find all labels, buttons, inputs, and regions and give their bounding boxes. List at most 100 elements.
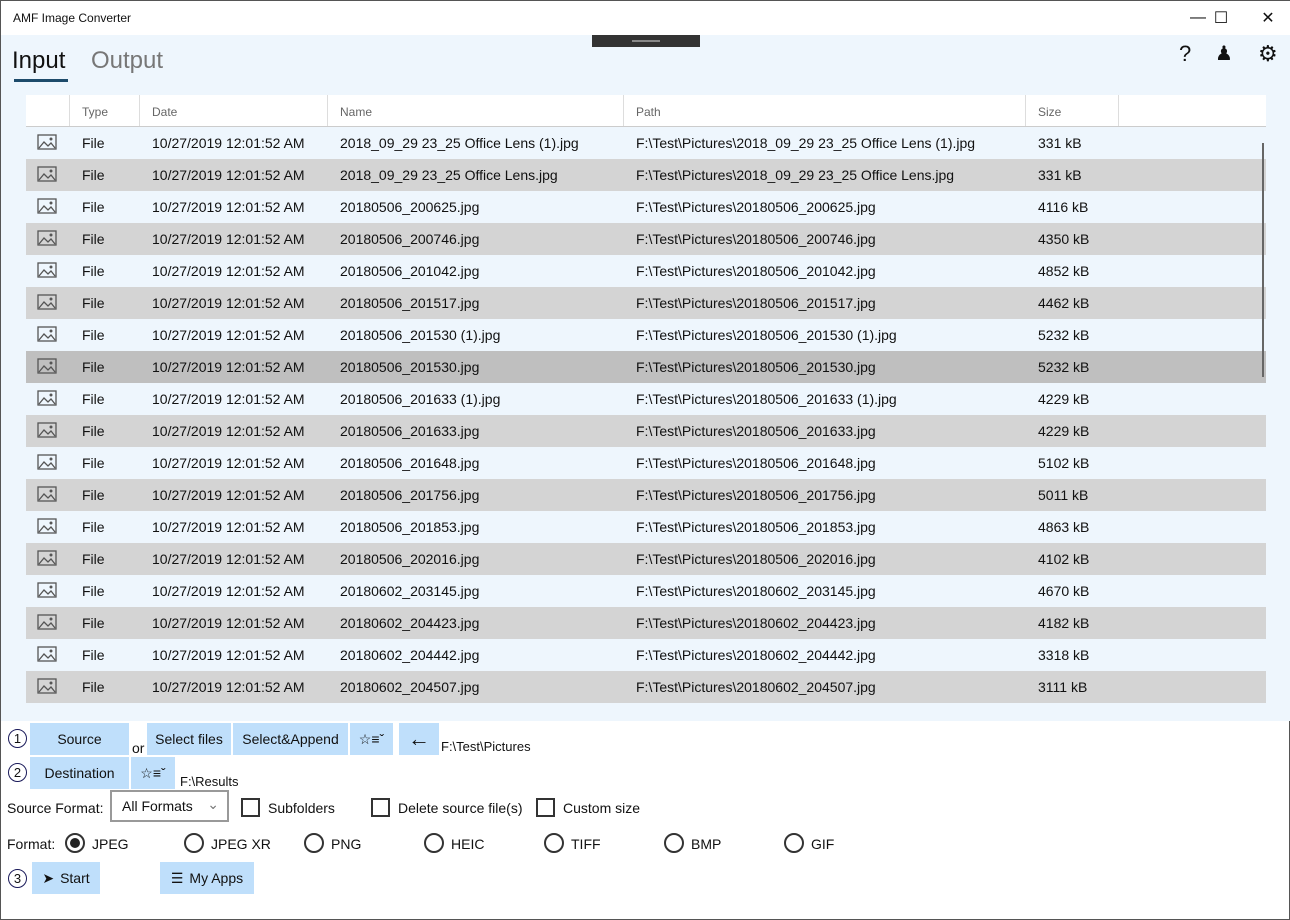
custom-size-checkbox[interactable] [536,798,555,817]
table-row[interactable]: File 10/27/2019 12:01:52 AM 20180506_20201… [26,543,1266,575]
format-option-label: HEIC [451,836,485,852]
cell-path: F:\Test\Pictures\20180602_204423.jpg [636,615,876,631]
subfolders-checkbox[interactable] [241,798,260,817]
cell-name: 20180506_201633 (1).jpg [340,391,501,407]
delete-source-checkbox[interactable] [371,798,390,817]
destination-button[interactable]: Destination [30,757,129,789]
destination-favorites-dropdown[interactable]: ☆≡ˇ [131,757,175,789]
table-row[interactable]: File 10/27/2019 12:01:52 AM 20180602_20442… [26,607,1266,639]
start-button[interactable]: ➤ Start [32,862,100,894]
cell-name: 20180602_204507.jpg [340,679,480,695]
format-radio-jpeg[interactable] [65,833,85,853]
col-icon[interactable] [26,95,70,126]
arrow-left-icon: ← [408,726,430,751]
image-file-icon [26,165,70,185]
format-radio-gif[interactable] [784,833,804,853]
table-row[interactable]: File 10/27/2019 12:01:52 AM 20180506_20153… [26,351,1266,383]
cell-size: 4350 kB [1038,231,1090,247]
cell-size: 5102 kB [1038,455,1090,471]
image-file-icon [26,485,70,505]
format-radio-tiff[interactable] [544,833,564,853]
col-date[interactable]: Date [140,95,328,126]
cell-name: 20180506_201530 (1).jpg [340,327,501,343]
cell-name: 20180506_201633.jpg [340,423,480,439]
my-apps-button[interactable]: ☰ My Apps [160,862,254,894]
table-row[interactable]: File 10/27/2019 12:01:52 AM 20180506_20104… [26,255,1266,287]
image-file-icon [26,357,70,377]
select-files-button[interactable]: Select files [147,723,231,755]
table-row[interactable]: File 10/27/2019 12:01:52 AM 20180506_20163… [26,415,1266,447]
source-button[interactable]: Source [30,723,129,755]
cell-date: 10/27/2019 12:01:52 AM [152,391,305,407]
cell-date: 10/27/2019 12:01:52 AM [152,199,305,215]
tab-output[interactable]: Output [91,47,163,75]
cell-date: 10/27/2019 12:01:52 AM [152,583,305,599]
table-row[interactable]: File 10/27/2019 12:01:52 AM 20180506_20153… [26,319,1266,351]
drag-handle[interactable] [592,35,700,47]
cell-type: File [82,455,105,471]
cell-size: 4102 kB [1038,551,1090,567]
cell-date: 10/27/2019 12:01:52 AM [152,455,305,471]
cell-name: 20180506_200746.jpg [340,231,480,247]
cell-size: 4229 kB [1038,423,1090,439]
my-apps-label: My Apps [189,870,244,886]
cell-type: File [82,231,105,247]
source-favorites-dropdown[interactable]: ☆≡ˇ [350,723,393,755]
col-path[interactable]: Path [624,95,1026,126]
cell-name: 20180602_204442.jpg [340,647,480,663]
cell-size: 3111 kB [1038,679,1088,695]
feedback-person-icon[interactable]: ♟ [1215,41,1233,66]
image-file-icon [26,581,70,601]
cell-name: 2018_09_29 23_25 Office Lens.jpg [340,167,558,183]
tab-input[interactable]: Input [12,47,65,75]
cell-date: 10/27/2019 12:01:52 AM [152,647,305,663]
format-radio-png[interactable] [304,833,324,853]
format-option-label: JPEG [92,836,129,852]
gear-icon[interactable]: ⚙ [1258,41,1278,67]
table-row[interactable]: File 10/27/2019 12:01:52 AM 20180506_20175… [26,479,1266,511]
close-button[interactable]: ✕ [1245,1,1290,35]
maximize-button[interactable]: ☐ [1198,1,1244,35]
col-size[interactable]: Size [1026,95,1119,126]
cell-date: 10/27/2019 12:01:52 AM [152,519,305,535]
file-table: Type Date Name Path Size File 10/27/2019 … [26,95,1266,703]
favorites-star-icon: ☆≡ˇ [140,764,166,781]
table-row[interactable]: File 10/27/2019 12:01:52 AM 20180602_20450… [26,671,1266,703]
table-row[interactable]: File 10/27/2019 12:01:52 AM 20180506_20151… [26,287,1266,319]
table-row[interactable]: File 10/27/2019 12:01:52 AM 20180602_20444… [26,639,1266,671]
title-bar: AMF Image Converter — ☐ ✕ [1,1,1290,35]
cell-size: 4670 kB [1038,583,1090,599]
scrollbar[interactable] [1262,143,1264,377]
table-row[interactable]: File 10/27/2019 12:01:52 AM 20180506_20163… [26,383,1266,415]
tab-underline [14,79,68,82]
table-row[interactable]: File 10/27/2019 12:01:52 AM 2018_09_29 23_… [26,159,1266,191]
table-row[interactable]: File 10/27/2019 12:01:52 AM 2018_09_29 23_… [26,127,1266,159]
format-radio-jpeg-xr[interactable] [184,833,204,853]
image-file-icon [26,453,70,473]
destination-path: F:\Results [180,774,239,789]
delete-source-label: Delete source file(s) [398,800,523,816]
cell-date: 10/27/2019 12:01:52 AM [152,679,305,695]
help-icon[interactable]: ? [1179,41,1191,67]
cell-date: 10/27/2019 12:01:52 AM [152,487,305,503]
table-row[interactable]: File 10/27/2019 12:01:52 AM 20180506_20164… [26,447,1266,479]
table-row[interactable]: File 10/27/2019 12:01:52 AM 20180506_20062… [26,191,1266,223]
table-row[interactable]: File 10/27/2019 12:01:52 AM 20180506_20074… [26,223,1266,255]
back-button[interactable]: ← [399,723,439,755]
table-row[interactable]: File 10/27/2019 12:01:52 AM 20180506_20185… [26,511,1266,543]
cell-name: 20180506_201530.jpg [340,359,480,375]
select-append-button[interactable]: Select&Append [233,723,348,755]
cell-type: File [82,167,105,183]
image-file-icon [26,421,70,441]
send-icon: ➤ [42,869,55,886]
format-radio-bmp[interactable] [664,833,684,853]
col-name[interactable]: Name [328,95,624,126]
format-radio-heic[interactable] [424,833,444,853]
source-format-select[interactable]: All Formats ⌄ [110,790,229,822]
image-file-icon [26,133,70,153]
col-type[interactable]: Type [70,95,140,126]
cell-size: 331 kB [1038,167,1082,183]
cell-type: File [82,487,105,503]
source-format-label: Source Format: [7,800,104,816]
table-row[interactable]: File 10/27/2019 12:01:52 AM 20180602_20314… [26,575,1266,607]
